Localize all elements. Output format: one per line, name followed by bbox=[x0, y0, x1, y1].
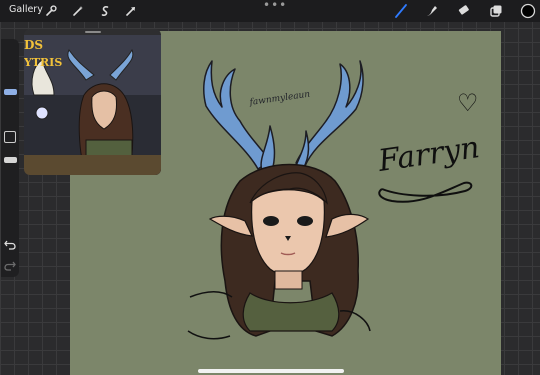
brush-size-slider[interactable] bbox=[4, 89, 17, 95]
selection-icon[interactable] bbox=[97, 3, 113, 19]
right-eye-drawing bbox=[297, 216, 313, 226]
home-indicator bbox=[198, 369, 344, 373]
reference-title-line1: DS bbox=[24, 38, 43, 52]
brush-sidebar bbox=[1, 39, 19, 277]
name-lettering: Farryn bbox=[375, 130, 481, 179]
signature-lettering: fawnmyleaun bbox=[248, 90, 311, 109]
wrench-icon[interactable] bbox=[43, 3, 59, 19]
smudge-icon[interactable] bbox=[424, 3, 440, 19]
reference-window[interactable]: DS YTRIS bbox=[24, 29, 161, 175]
undo-icon[interactable] bbox=[4, 238, 16, 250]
heart-doodle: ♡ bbox=[457, 89, 479, 117]
antlers-drawing bbox=[203, 60, 364, 174]
layers-icon[interactable] bbox=[488, 3, 504, 19]
magic-wand-icon[interactable] bbox=[70, 3, 86, 19]
top-toolbar: Gallery ••• bbox=[0, 0, 540, 22]
left-eye-drawing bbox=[263, 216, 279, 226]
sweater-drawing bbox=[242, 292, 340, 332]
redo-icon[interactable] bbox=[4, 259, 16, 271]
more-options-dots[interactable]: ••• bbox=[263, 0, 287, 12]
reference-title-line2: YTRIS bbox=[24, 56, 62, 69]
eraser-icon[interactable] bbox=[456, 3, 472, 19]
reference-image: DS YTRIS bbox=[24, 35, 161, 175]
opacity-slider[interactable] bbox=[4, 157, 17, 163]
reference-drag-handle[interactable] bbox=[85, 31, 101, 33]
brush-icon[interactable] bbox=[393, 3, 409, 19]
modify-button[interactable] bbox=[4, 131, 16, 143]
color-picker-swatch[interactable] bbox=[520, 3, 536, 19]
transform-arrow-icon[interactable] bbox=[123, 3, 139, 19]
swirl-underline bbox=[378, 181, 473, 203]
gallery-button[interactable]: Gallery bbox=[9, 4, 43, 15]
neck-drawing bbox=[274, 270, 303, 290]
